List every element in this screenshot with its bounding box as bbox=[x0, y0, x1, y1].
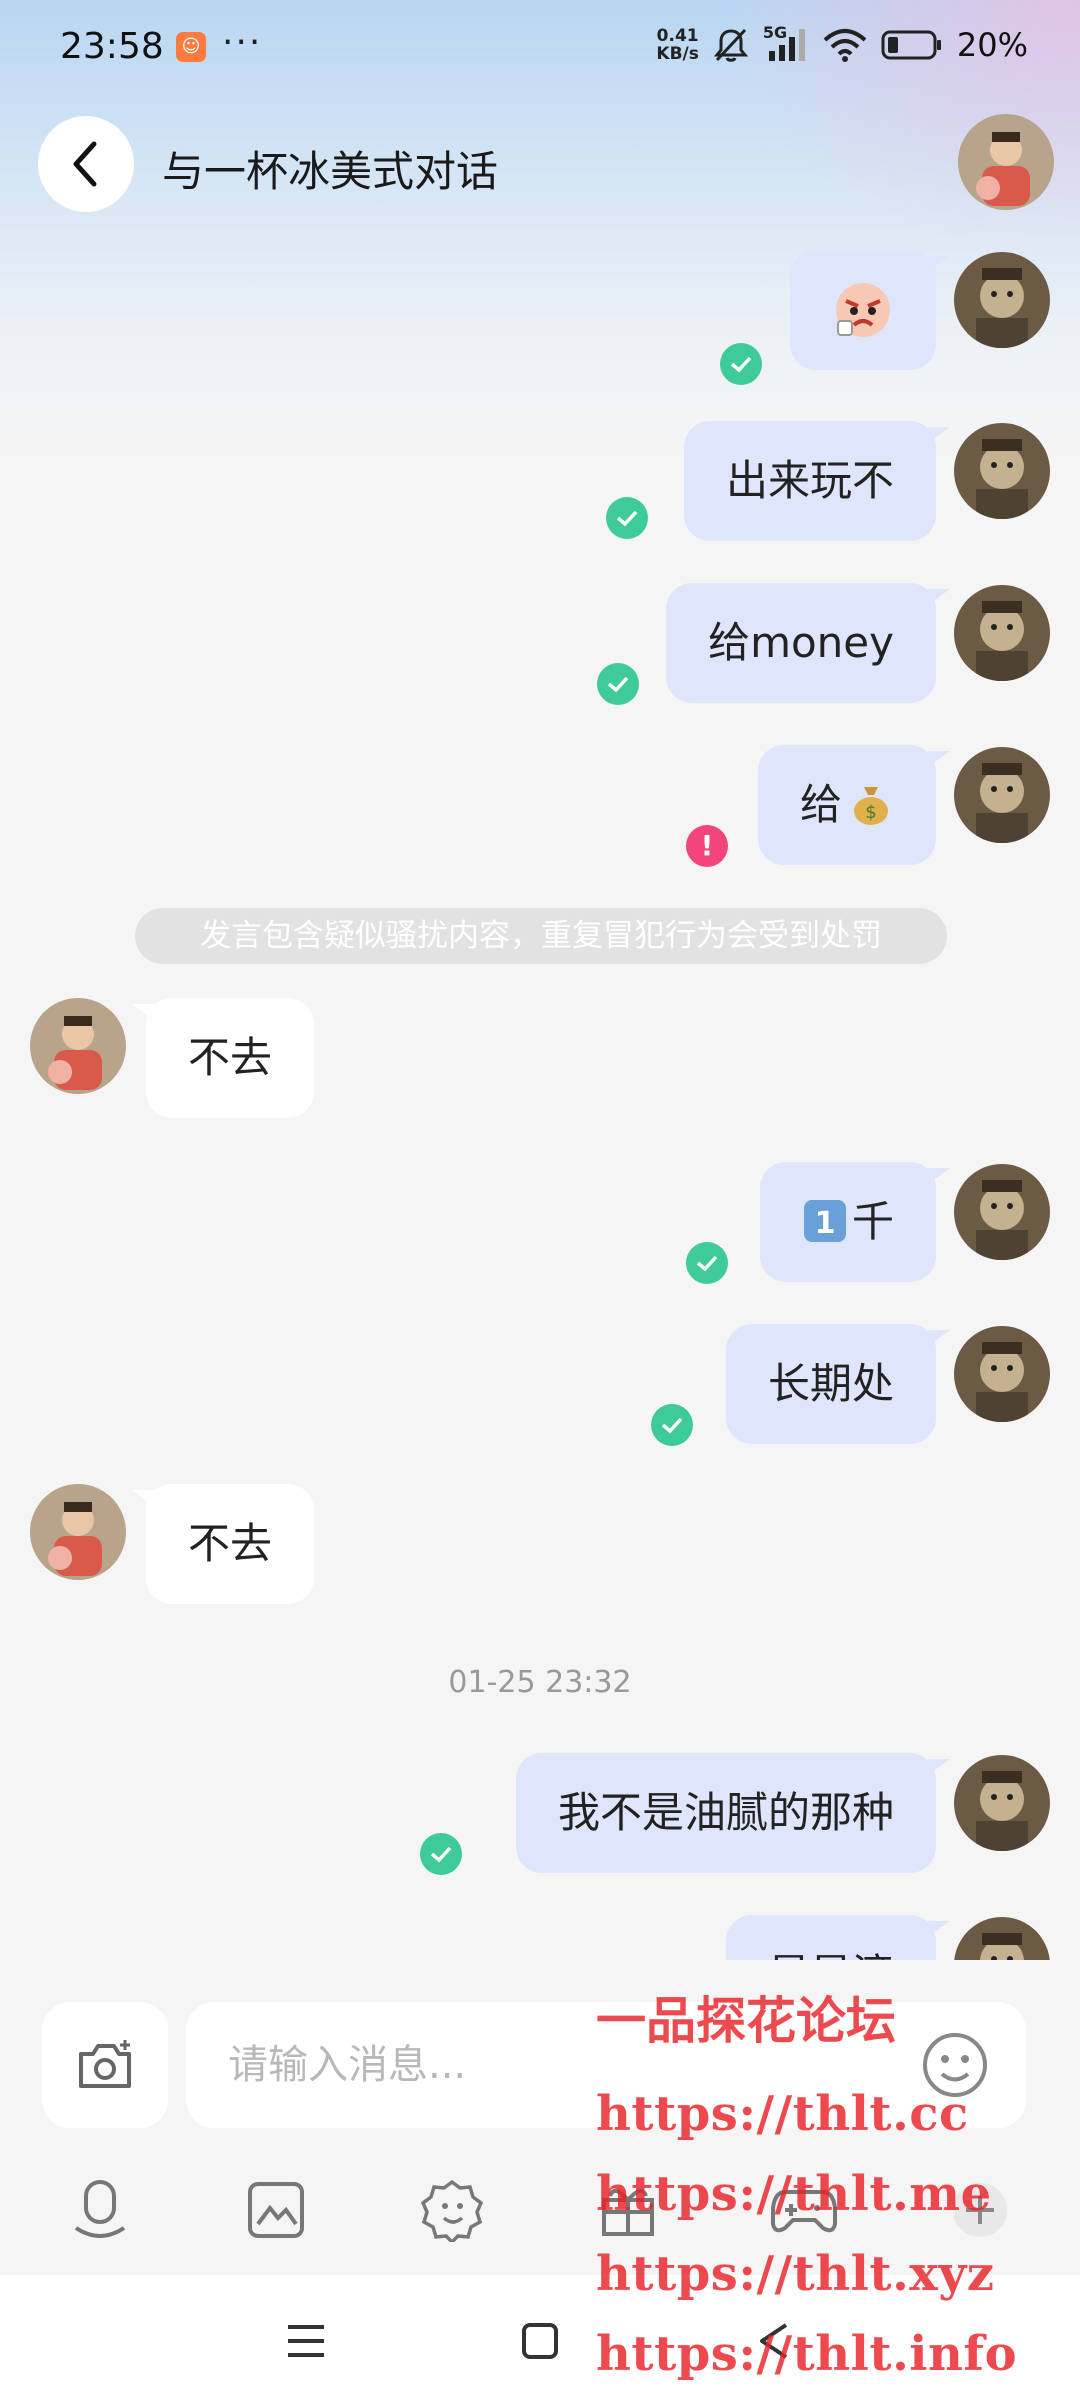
peer-avatar[interactable] bbox=[30, 998, 126, 1094]
system-warning-notice: 发言包含疑似骚扰内容，重复冒犯行为会受到处罚 bbox=[135, 908, 947, 964]
message-list[interactable]: 出来玩不 给money ! 给 $ 发言包含疑似骚扰内容，重复冒犯行为会受到处罚 bbox=[0, 225, 1080, 1960]
chat-header: 与一杯冰美式对话 bbox=[0, 110, 1080, 220]
message-bubble[interactable] bbox=[790, 250, 950, 370]
message-bubble[interactable]: 长期处 bbox=[725, 1324, 951, 1444]
home-square-icon bbox=[522, 2323, 558, 2359]
sent-check-icon bbox=[597, 663, 639, 705]
watermark-url: https://thlt.xyz bbox=[596, 2246, 995, 2302]
my-avatar[interactable] bbox=[954, 1326, 1050, 1422]
status-time: 23:58 bbox=[60, 26, 164, 67]
watermark-url: https://thlt.cc bbox=[596, 2086, 969, 2142]
message-timestamp: 01-25 23:32 bbox=[448, 1665, 632, 1700]
my-avatar[interactable] bbox=[954, 1755, 1050, 1851]
more-notifications-icon: ··· bbox=[222, 22, 263, 63]
chat-title: 与一杯冰美式对话 bbox=[162, 147, 499, 196]
cell-signal-icon: 5G bbox=[763, 23, 809, 63]
app-notification-icon: ☺ bbox=[176, 32, 206, 62]
sent-check-icon bbox=[651, 1404, 693, 1446]
message-bubble[interactable]: 我不是油腻的那种 bbox=[515, 1753, 951, 1873]
message-bubble[interactable]: 1 千 bbox=[759, 1162, 951, 1282]
message-bubble[interactable]: 出来玩不 bbox=[683, 421, 951, 541]
watermark-overlay: 一品探花论坛 https://thlt.cc https://thlt.me h… bbox=[596, 1990, 1066, 2394]
peer-avatar[interactable] bbox=[30, 1484, 126, 1580]
home-button[interactable] bbox=[512, 2313, 568, 2369]
svg-text:$: $ bbox=[865, 802, 876, 823]
sticker-button[interactable] bbox=[412, 2170, 492, 2250]
peer-profile-avatar[interactable] bbox=[958, 114, 1054, 210]
send-failed-alert-icon[interactable]: ! bbox=[686, 825, 728, 867]
sent-check-icon bbox=[420, 1833, 462, 1875]
status-bar: 23:58 ☺ ··· 0.41 KB/s 5G 20% bbox=[0, 0, 1080, 100]
message-bubble[interactable]: 不去 bbox=[131, 998, 315, 1118]
image-icon bbox=[248, 2182, 304, 2238]
camera-icon bbox=[79, 2040, 131, 2088]
message-bubble[interactable]: 给money bbox=[666, 583, 950, 703]
voice-button[interactable] bbox=[60, 2170, 140, 2250]
svg-text:1: 1 bbox=[815, 1206, 836, 1241]
watermark-title: 一品探花论坛 bbox=[596, 1991, 896, 2050]
message-bubble[interactable]: 不去 bbox=[131, 1484, 315, 1604]
my-avatar[interactable] bbox=[954, 1164, 1050, 1260]
watermark-url: https://thlt.me bbox=[596, 2166, 992, 2222]
keycap-one-icon: 1 bbox=[803, 1199, 846, 1242]
battery-icon bbox=[881, 30, 941, 60]
voice-icon bbox=[74, 2180, 126, 2238]
sent-check-icon bbox=[686, 1242, 728, 1284]
sent-check-icon bbox=[606, 497, 648, 539]
camera-button[interactable] bbox=[42, 2002, 168, 2128]
battery-percentage: 20% bbox=[956, 26, 1028, 64]
chevron-left-icon bbox=[73, 141, 97, 187]
back-button[interactable] bbox=[38, 116, 134, 212]
wifi-icon bbox=[823, 29, 867, 62]
recent-apps-button[interactable] bbox=[278, 2313, 334, 2369]
my-avatar[interactable] bbox=[954, 252, 1050, 348]
sent-check-icon bbox=[720, 343, 762, 385]
money-bag-icon: $ bbox=[854, 786, 888, 825]
my-avatar[interactable] bbox=[954, 585, 1050, 681]
image-button[interactable] bbox=[236, 2170, 316, 2250]
message-bubble[interactable]: 是是滴 bbox=[725, 1915, 951, 1960]
network-speed: 0.41 KB/s bbox=[656, 26, 699, 64]
message-bubble[interactable]: 给 $ bbox=[757, 745, 951, 865]
my-avatar[interactable] bbox=[954, 747, 1050, 843]
my-avatar[interactable] bbox=[954, 423, 1050, 519]
menu-icon bbox=[288, 2325, 324, 2357]
bell-muted-icon bbox=[713, 28, 748, 62]
watermark-url: https://thlt.info bbox=[596, 2326, 1018, 2382]
status-indicators: 0.41 KB/s 5G 20% bbox=[656, 23, 1028, 64]
sticker-icon bbox=[420, 2179, 484, 2242]
my-avatar[interactable] bbox=[954, 1917, 1050, 1960]
angry-face-sticker-icon bbox=[836, 283, 890, 337]
